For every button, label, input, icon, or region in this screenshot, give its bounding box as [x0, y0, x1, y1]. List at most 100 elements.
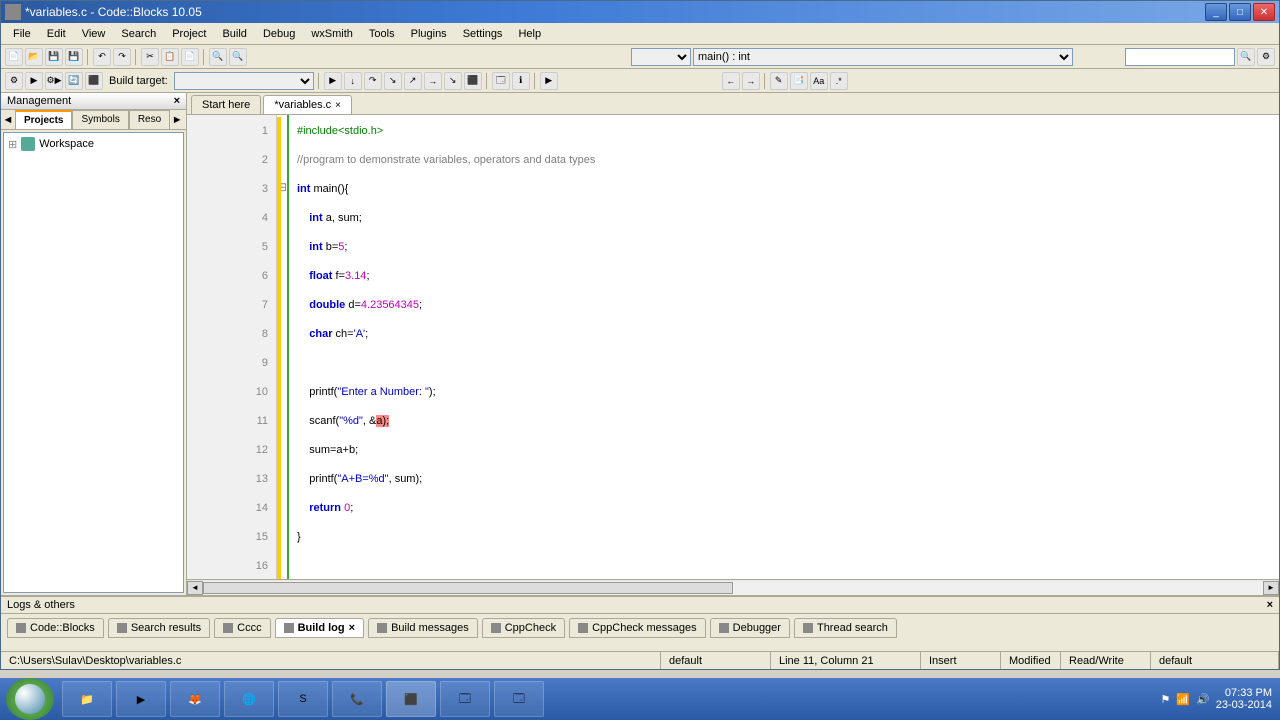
tab-symbols[interactable]: Symbols [72, 110, 128, 129]
build-icon[interactable]: ⚙ [5, 72, 23, 90]
misc-icon[interactable]: ▶ [540, 72, 558, 90]
log-tab-buildlog[interactable]: Build log× [275, 618, 364, 638]
menu-build[interactable]: Build [214, 26, 254, 42]
log-tab-debugger[interactable]: Debugger [710, 618, 790, 638]
save-all-icon[interactable]: 💾 [65, 48, 83, 66]
scroll-left-icon[interactable]: ◄ [187, 581, 203, 595]
tab-resources[interactable]: Reso [129, 110, 170, 129]
menu-edit[interactable]: Edit [39, 26, 74, 42]
tree-workspace[interactable]: ⊞ Workspace [8, 137, 179, 151]
log-tab-threadsearch[interactable]: Thread search [794, 618, 897, 638]
taskbar-chrome[interactable]: 🌐 [224, 681, 274, 717]
redo-icon[interactable]: ↷ [113, 48, 131, 66]
project-tree[interactable]: ⊞ Workspace [3, 132, 184, 593]
menu-plugins[interactable]: Plugins [403, 26, 455, 42]
open-file-icon[interactable]: 📂 [25, 48, 43, 66]
search-go-icon[interactable]: 🔍 [1237, 48, 1255, 66]
minimize-button[interactable]: _ [1205, 3, 1227, 21]
menu-project[interactable]: Project [164, 26, 214, 42]
start-button[interactable] [6, 678, 54, 720]
log-tab-search[interactable]: Search results [108, 618, 210, 638]
tray-clock[interactable]: 07:33 PM 23-03-2014 [1216, 687, 1272, 711]
copy-icon[interactable]: 📋 [161, 48, 179, 66]
menu-settings[interactable]: Settings [455, 26, 511, 42]
combo-1[interactable] [631, 48, 691, 66]
next-line-icon[interactable]: ↷ [364, 72, 382, 90]
log-tab-cppcheck[interactable]: CppCheck [482, 618, 565, 638]
logs-close-icon[interactable]: × [1267, 599, 1273, 611]
tool-aa-icon[interactable]: Aa [810, 72, 828, 90]
cut-icon[interactable]: ✂ [141, 48, 159, 66]
tray-flag-icon[interactable]: ⚑ [1160, 693, 1170, 706]
abort-icon[interactable]: ⬛ [85, 72, 103, 90]
tab-projects[interactable]: Projects [15, 110, 72, 129]
replace-icon[interactable]: 🔍 [229, 48, 247, 66]
log-tab-buildmsg[interactable]: Build messages [368, 618, 478, 638]
tab-variables-c[interactable]: *variables.c × [263, 95, 352, 114]
tray-network-icon[interactable]: 📶 [1176, 693, 1190, 706]
step-into-icon[interactable]: ↘ [384, 72, 402, 90]
taskbar-app1[interactable]: 🗔 [440, 681, 490, 717]
taskbar-firefox[interactable]: 🦊 [170, 681, 220, 717]
menu-wxsmith[interactable]: wxSmith [303, 26, 361, 42]
run-to-cursor-icon[interactable]: ↓ [344, 72, 362, 90]
taskbar-skype[interactable]: S [278, 681, 328, 717]
tab-start-here[interactable]: Start here [191, 95, 261, 114]
code-content[interactable]: #include<stdio.h>//program to demonstrat… [289, 115, 1279, 579]
editor-tabs: Start here *variables.c × [187, 93, 1279, 115]
new-file-icon[interactable]: 📄 [5, 48, 23, 66]
menu-search[interactable]: Search [113, 26, 164, 42]
system-tray[interactable]: ⚑ 📶 🔊 07:33 PM 23-03-2014 [1160, 687, 1280, 711]
taskbar-explorer[interactable]: 📁 [62, 681, 112, 717]
tool-regex-icon[interactable]: .* [830, 72, 848, 90]
search-opts-icon[interactable]: ⚙ [1257, 48, 1275, 66]
info-icon[interactable]: ℹ [512, 72, 530, 90]
build-run-icon[interactable]: ⚙▶ [45, 72, 63, 90]
cccc-icon [223, 623, 233, 633]
step-into-instr-icon[interactable]: ↘ [444, 72, 462, 90]
build-target-label: Build target: [109, 75, 168, 87]
taskbar-codeblocks[interactable]: ⬛ [386, 681, 436, 717]
build-target-combo[interactable] [174, 72, 314, 90]
taskbar-wmp[interactable]: ▶ [116, 681, 166, 717]
search-input[interactable] [1125, 48, 1235, 66]
log-tab-cccc[interactable]: Cccc [214, 618, 270, 638]
step-out-icon[interactable]: ↗ [404, 72, 422, 90]
code-editor[interactable]: 12345678910111213141516 ⊟ #include<stdio… [187, 115, 1279, 579]
menu-file[interactable]: File [5, 26, 39, 42]
taskbar-viber[interactable]: 📞 [332, 681, 382, 717]
management-close-icon[interactable]: × [174, 95, 180, 107]
forward-icon[interactable]: → [742, 72, 760, 90]
tab-close-icon[interactable]: × [349, 622, 355, 634]
back-icon[interactable]: ← [722, 72, 740, 90]
menu-help[interactable]: Help [510, 26, 549, 42]
taskbar-app2[interactable]: 🗔 [494, 681, 544, 717]
menu-tools[interactable]: Tools [361, 26, 403, 42]
tray-volume-icon[interactable]: 🔊 [1196, 693, 1210, 706]
run-icon[interactable]: ▶ [25, 72, 43, 90]
highlight-icon[interactable]: ✎ [770, 72, 788, 90]
maximize-button[interactable]: □ [1229, 3, 1251, 21]
debug-continue-icon[interactable]: ▶ [324, 72, 342, 90]
tab-scroll-left-icon[interactable]: ◄ [1, 110, 15, 129]
selection-icon[interactable]: 📑 [790, 72, 808, 90]
find-icon[interactable]: 🔍 [209, 48, 227, 66]
log-tab-codeblocks[interactable]: Code::Blocks [7, 618, 104, 638]
scroll-thumb[interactable] [203, 582, 733, 594]
tab-scroll-right-icon[interactable]: ► [170, 110, 184, 129]
scroll-right-icon[interactable]: ► [1263, 581, 1279, 595]
paste-icon[interactable]: 📄 [181, 48, 199, 66]
scope-combo[interactable]: main() : int [693, 48, 1073, 66]
tab-close-icon[interactable]: × [335, 100, 341, 111]
rebuild-icon[interactable]: 🔄 [65, 72, 83, 90]
next-instr-icon[interactable]: → [424, 72, 442, 90]
menu-debug[interactable]: Debug [255, 26, 303, 42]
close-button[interactable]: ✕ [1253, 3, 1275, 21]
stop-debug-icon[interactable]: ⬛ [464, 72, 482, 90]
save-icon[interactable]: 💾 [45, 48, 63, 66]
log-tab-cppcheckmsg[interactable]: CppCheck messages [569, 618, 706, 638]
menu-view[interactable]: View [74, 26, 114, 42]
horizontal-scrollbar[interactable]: ◄ ► [187, 579, 1279, 595]
debug-windows-icon[interactable]: 🗔 [492, 72, 510, 90]
undo-icon[interactable]: ↶ [93, 48, 111, 66]
